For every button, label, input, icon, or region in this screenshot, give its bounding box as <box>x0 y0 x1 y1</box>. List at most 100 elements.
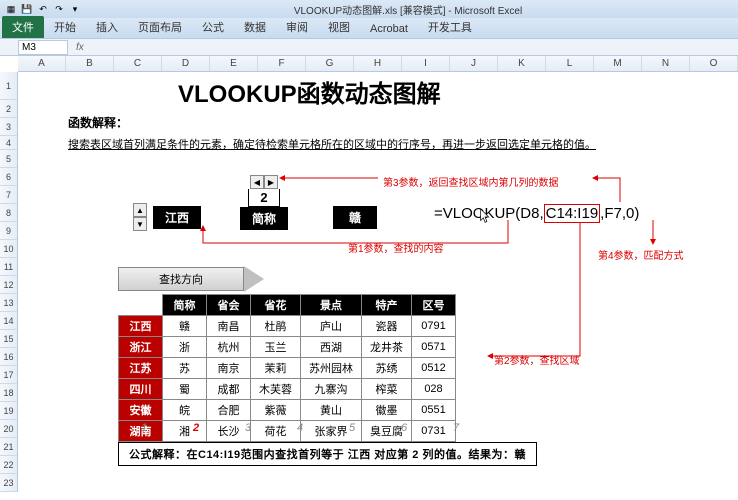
row-header[interactable]: 15 <box>0 330 17 348</box>
table-cell: 浙 <box>163 337 207 358</box>
row-header[interactable]: 12 <box>0 276 17 294</box>
table-cell: 徽墨 <box>362 400 412 421</box>
table-cell: 0551 <box>412 400 456 421</box>
arrow-up-icon[interactable]: ▲ <box>133 203 147 217</box>
row-header[interactable]: 23 <box>0 474 17 492</box>
row-header[interactable]: 4 <box>0 136 17 150</box>
column-header[interactable]: C <box>114 56 162 71</box>
formula-text-suffix: ,F7,0) <box>600 205 639 222</box>
save-icon[interactable]: 💾 <box>20 2 34 16</box>
table-header: 区号 <box>412 295 456 316</box>
window-title: VLOOKUP动态图解.xls [兼容模式] - Microsoft Excel <box>82 2 734 17</box>
table-cell: 0791 <box>412 316 456 337</box>
column-header[interactable]: K <box>498 56 546 71</box>
annotation-param1: 第1参数，查找的内容 <box>348 240 444 255</box>
column-number: 3 <box>222 422 274 434</box>
name-box[interactable]: M3 <box>18 40 68 55</box>
table-cell: 028 <box>412 379 456 400</box>
column-number: 6 <box>378 422 430 434</box>
formula-explanation: 公式解释：在C14:I19范围内查找首列等于 江西 对应第 2 列的值。结果为：… <box>118 442 537 466</box>
home-tab[interactable]: 开始 <box>44 16 86 38</box>
row-header[interactable]: 8 <box>0 204 17 222</box>
table-cell: 南京 <box>207 358 251 379</box>
fx-icon[interactable]: fx <box>68 42 92 53</box>
annotation-param2: 第2参数，查找区域 <box>494 352 580 367</box>
excel-icon[interactable]: ▦ <box>4 2 18 16</box>
row-header[interactable]: 11 <box>0 258 17 276</box>
row-spinner[interactable]: ▲ ▼ <box>133 203 147 231</box>
table-cell: 瓷器 <box>362 316 412 337</box>
table-cell: 茉莉 <box>251 358 301 379</box>
data-table: 简称省会省花景点特产区号江西赣南昌杜鹃庐山瓷器0791浙江浙杭州玉兰西湖龙井茶0… <box>118 294 456 442</box>
row-header[interactable]: 9 <box>0 222 17 240</box>
column-header[interactable]: G <box>306 56 354 71</box>
undo-icon[interactable]: ↶ <box>36 2 50 16</box>
column-header[interactable]: M <box>594 56 642 71</box>
row-header[interactable]: 14 <box>0 312 17 330</box>
column-header[interactable]: O <box>690 56 738 71</box>
column-header[interactable]: H <box>354 56 402 71</box>
column-number: 2 <box>170 422 222 434</box>
table-row-label: 江西 <box>119 316 163 337</box>
table-header: 简称 <box>163 295 207 316</box>
arrow-down-icon[interactable]: ▼ <box>133 217 147 231</box>
row-header[interactable]: 2 <box>0 100 17 118</box>
search-direction: 查找方向 <box>118 266 264 292</box>
page-title: VLOOKUP函数动态图解 <box>178 74 441 109</box>
table-cell: 玉兰 <box>251 337 301 358</box>
table-cell: 蜀 <box>163 379 207 400</box>
table-cell: 0512 <box>412 358 456 379</box>
data-tab[interactable]: 数据 <box>234 16 276 38</box>
col-spinner[interactable]: ◀ ▶ <box>250 175 278 189</box>
column-header[interactable]: A <box>18 56 66 71</box>
column-header[interactable]: I <box>402 56 450 71</box>
qat-dropdown-icon[interactable]: ▾ <box>68 2 82 16</box>
row-header[interactable]: 20 <box>0 420 17 438</box>
table-cell: 西湖 <box>301 337 362 358</box>
column-header[interactable]: J <box>450 56 498 71</box>
table-cell: 杭州 <box>207 337 251 358</box>
result-value: 赣 <box>333 206 377 229</box>
annotation-param4: 第4参数，匹配方式 <box>598 247 684 262</box>
quick-access-toolbar: ▦ 💾 ↶ ↷ ▾ <box>4 2 82 16</box>
annotation-param3: 第3参数，返回查找区域内第几列的数据 <box>383 174 559 189</box>
acrobat-tab[interactable]: Acrobat <box>360 20 418 38</box>
column-header[interactable]: E <box>210 56 258 71</box>
ribbon-tabs: 文件 开始 插入 页面布局 公式 数据 审阅 视图 Acrobat 开发工具 <box>0 18 738 38</box>
table-cell: 0571 <box>412 337 456 358</box>
column-header[interactable]: F <box>258 56 306 71</box>
table-row-label: 四川 <box>119 379 163 400</box>
file-tab[interactable]: 文件 <box>2 16 44 38</box>
row-header[interactable]: 6 <box>0 168 17 186</box>
row-header[interactable]: 16 <box>0 348 17 366</box>
row-header[interactable]: 19 <box>0 402 17 420</box>
column-header[interactable]: D <box>162 56 210 71</box>
view-tab[interactable]: 视图 <box>318 16 360 38</box>
row-header[interactable]: 1 <box>0 72 17 100</box>
table-cell: 苏州园林 <box>301 358 362 379</box>
table-row-label: 安徽 <box>119 400 163 421</box>
row-header[interactable]: 18 <box>0 384 17 402</box>
column-header[interactable]: L <box>546 56 594 71</box>
row-header[interactable]: 22 <box>0 456 17 474</box>
review-tab[interactable]: 审阅 <box>276 16 318 38</box>
row-header[interactable]: 21 <box>0 438 17 456</box>
row-header[interactable]: 17 <box>0 366 17 384</box>
description-text: 搜索表区域首列满足条件的元素，确定待检索单元格所在的区域中的行序号，再进一步返回… <box>68 136 596 152</box>
table-cell: 成都 <box>207 379 251 400</box>
row-header[interactable]: 5 <box>0 150 17 168</box>
row-header[interactable]: 10 <box>0 240 17 258</box>
insert-tab[interactable]: 插入 <box>86 16 128 38</box>
row-header[interactable]: 13 <box>0 294 17 312</box>
row-header[interactable]: 7 <box>0 186 17 204</box>
formulas-tab[interactable]: 公式 <box>192 16 234 38</box>
layout-tab[interactable]: 页面布局 <box>128 16 192 38</box>
developer-tab[interactable]: 开发工具 <box>418 16 482 38</box>
column-header[interactable]: N <box>642 56 690 71</box>
worksheet-canvas[interactable]: VLOOKUP函数动态图解 函数解释： 搜索表区域首列满足条件的元素，确定待检索… <box>18 72 738 500</box>
redo-icon[interactable]: ↷ <box>52 2 66 16</box>
column-header[interactable]: B <box>66 56 114 71</box>
arrow-left-icon[interactable]: ◀ <box>250 175 264 189</box>
row-header[interactable]: 3 <box>0 118 17 136</box>
arrow-right-icon[interactable]: ▶ <box>264 175 278 189</box>
